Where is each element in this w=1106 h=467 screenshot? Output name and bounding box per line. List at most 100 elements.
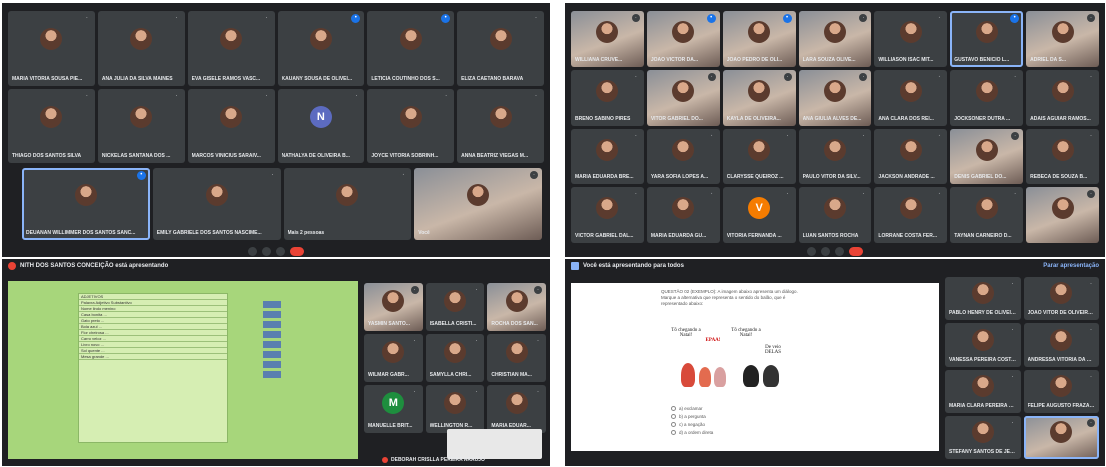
radio-icon[interactable] [671, 414, 676, 419]
participant-tile[interactable]: · MARIA EDUAR... [487, 385, 546, 433]
participant-tile[interactable]: · PAULO VITOR DA SILV... [798, 128, 872, 185]
participant-tile[interactable]: · ADRIEL DA S... [1026, 11, 1099, 67]
participant-tile[interactable]: · NICKELAS SANTANA DOS ... [97, 88, 185, 163]
present-icon[interactable] [276, 246, 285, 256]
mic-off-icon: · [442, 91, 451, 100]
participant-tile[interactable]: · JOAO VITOR DE OLIVEIRA... [1023, 277, 1099, 321]
participant-tile[interactable]: · DENIS GABRIEL DO... [950, 128, 1024, 185]
participant-tile[interactable]: · SAMYLLA CHRI... [425, 334, 485, 382]
participant-tile[interactable]: · VANESSA PEREIRA COSTA... [945, 323, 1021, 367]
participant-tile[interactable]: · MARIA VITÓRIA SOUSA PIE... [8, 11, 95, 86]
participant-tile[interactable]: · MARIA EDUARDA BRE... [571, 128, 644, 185]
avatar [489, 28, 512, 51]
avatar [975, 197, 998, 220]
participant-tile[interactable]: · WILLIANA CRUVE... [571, 11, 644, 67]
participant-tile[interactable]: · WILMAR GABR... [364, 334, 423, 382]
avatar [130, 28, 153, 51]
avatar [382, 290, 405, 313]
participant-tile[interactable]: · JOYCE VITÓRIA SOBRINH... [367, 88, 455, 163]
radio-icon[interactable] [671, 422, 676, 427]
avatar [748, 138, 771, 161]
participant-tile[interactable]: · YASMIN SANTO... [364, 283, 423, 331]
participant-tile[interactable]: · CHRISTIAN MA... [487, 334, 546, 382]
participant-tile[interactable]: · Mais 2 pessoas [283, 168, 412, 240]
participant-tile[interactable]: · WILLIASON ISAC MIT... [874, 11, 948, 67]
participant-tile[interactable]: • LETÍCIA COUTINHO DOS S... [367, 11, 455, 86]
participant-tile[interactable]: • KAUANY SOUSA DE OLIVEI... [277, 11, 365, 86]
participant-tile[interactable]: · TAYNAN CARNEIRO D... [950, 187, 1024, 243]
participant-tile[interactable]: · [1023, 415, 1099, 459]
camera-toggle-icon[interactable] [821, 246, 830, 256]
participant-tile[interactable]: · CLARYSSE QUEIROZ ... [722, 128, 796, 185]
mic-toggle-icon[interactable] [807, 246, 816, 256]
participant-tile[interactable]: • JOÃO PEDRO DE OLI... [722, 11, 796, 67]
answer-option[interactable]: b) a pergunta [671, 414, 791, 419]
participant-tile[interactable]: · EMILY GABRIELE DOS SANTOS NASCIME... [152, 168, 281, 240]
participant-tile[interactable]: · FELIPE AUGUSTO FRAZÃO... [1023, 369, 1099, 413]
camera-toggle-icon[interactable] [262, 246, 271, 256]
participant-name: LUAN SANTOS ROCHA [802, 233, 859, 239]
radio-icon[interactable] [671, 430, 676, 435]
participant-tile[interactable]: · WELLINGTON R... [425, 385, 485, 433]
participant-tile[interactable]: · MARIA EDUARDA GU... [646, 187, 720, 243]
mic-off-icon: · [1086, 72, 1095, 81]
mic-toggle-icon[interactable] [248, 246, 257, 256]
participant-tile[interactable]: · LUAN SANTOS ROCHA [798, 187, 872, 243]
answer-option[interactable]: c) a negação [671, 422, 791, 427]
stop-presenting-button[interactable]: Parar apresentação [1043, 263, 1099, 269]
participant-tile[interactable]: • GUSTAVO BENÍCIO L... [950, 11, 1024, 67]
participant-tile[interactable]: · JOCKSONER DUTRA ... [950, 69, 1024, 126]
avatar [596, 21, 619, 44]
presenting-banner: Você está apresentando para todos Parar … [565, 259, 1105, 273]
participant-tile[interactable]: • DEUANAN WILLIMMER DOS SANTOS SANC... [22, 168, 150, 240]
participant-tile[interactable]: · BRENO SABINO PIRES [571, 69, 644, 126]
avatar-letter: M [382, 392, 405, 415]
participant-tile[interactable]: · ELIZA CAETANO BARAVA [457, 11, 544, 86]
participant-tile[interactable]: · ANA JÚLIA DA SILVA MAINES [97, 11, 185, 86]
participant-tile[interactable]: · VICTOR GABRIEL DAL... [571, 187, 644, 243]
participant-tile[interactable]: · ANA GIULIA ALVES DE... [798, 69, 872, 126]
participant-tile[interactable]: · LORRANE COSTA FER... [874, 187, 948, 243]
participant-tile[interactable]: · LARA SOUZA OLIVE... [798, 11, 872, 67]
present-icon[interactable] [835, 246, 844, 256]
participant-tile[interactable]: · JACKSON ANDRADE ... [874, 128, 948, 185]
avatar [971, 374, 994, 397]
participant-tile[interactable]: · MARIA CLARA PEREIRA M... [945, 369, 1021, 413]
answer-option[interactable]: d) a ordem direta [671, 430, 791, 435]
participant-tile[interactable]: • JOÃO VICTOR DA... [646, 11, 720, 67]
answer-option[interactable]: a) exclamar [671, 406, 791, 411]
leave-call-button[interactable] [290, 246, 304, 256]
participant-tile[interactable]: · THIAGO DOS SANTOS SILVA [8, 88, 95, 163]
avatar [672, 21, 695, 44]
participant-tile[interactable]: · ROCHA DOS SAN... [487, 283, 546, 331]
avatar [971, 282, 994, 305]
participant-tile[interactable]: · [1026, 187, 1099, 243]
mic-off-icon: · [631, 72, 640, 81]
mic-off-icon: · [1008, 418, 1017, 427]
participant-tile[interactable]: · STEFANY SANTOS DE JESUS [945, 415, 1021, 459]
avatar [596, 197, 619, 220]
participant-tile[interactable]: N · NATHALYA DE OLIVEIRA B... [277, 88, 365, 163]
participant-tile[interactable]: · ANNA BEATRIZ VIEGAS M... [457, 88, 544, 163]
document-row: Mesa grande ... [79, 354, 227, 360]
participant-tile[interactable]: · KAYLA DE OLIVEIRA... [722, 69, 796, 126]
participant-tile[interactable]: · ANA CLARA DOS REI... [874, 69, 948, 126]
participant-tile[interactable]: · ISABELLA CRISTI... [425, 283, 485, 331]
participant-tile[interactable]: · ADAIS AGUIAR RAMOS... [1026, 69, 1099, 126]
participant-tile[interactable]: · REBECA DE SOUZA B... [1026, 128, 1099, 185]
participant-tile[interactable]: · MARCOS VINÍCIUS SARAIV... [187, 88, 275, 163]
avatar [1051, 79, 1074, 102]
avatar [899, 197, 922, 220]
participant-tile[interactable]: · ANDRESSA VITÓRIA DA SIL... [1023, 323, 1099, 367]
participant-tile[interactable]: · VITOR GABRIEL DO... [646, 69, 720, 126]
participant-tile[interactable]: · Você [414, 168, 542, 240]
leave-call-button[interactable] [849, 246, 863, 256]
participant-tile[interactable]: · YARA SOFIA LOPES A... [646, 128, 720, 185]
participant-tile[interactable]: V · VITÓRIA FERNANDA ... [722, 187, 796, 243]
participant-tile[interactable]: · EVA GISELE RAMOS VASC... [187, 11, 275, 86]
participant-tile[interactable]: M · MANUELLE BRIT... [364, 385, 423, 433]
participant-tile[interactable]: · PABLO HENRY DE OLIVEIR... [945, 277, 1021, 321]
avatar [443, 392, 466, 415]
participant-name: ELIZA CAETANO BARAVA [461, 75, 524, 82]
radio-icon[interactable] [671, 406, 676, 411]
